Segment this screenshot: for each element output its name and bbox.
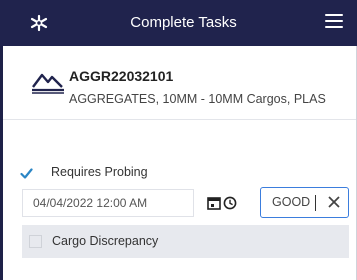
close-icon[interactable] <box>326 194 342 210</box>
asterisk-logo-icon[interactable] <box>28 13 50 33</box>
cargo-code: AGGR22032101 <box>69 68 174 84</box>
top-bar: Complete Tasks <box>0 0 357 46</box>
requires-probing-label: Requires Probing <box>51 165 148 179</box>
mountain-cargo-icon <box>32 73 64 94</box>
cargo-discrepancy-checkbox[interactable]: Cargo Discrepancy <box>22 225 349 258</box>
cargo-description: AGGREGATES, 10MM - 10MM Cargos, PLAS <box>69 92 326 106</box>
hamburger-menu-icon[interactable] <box>325 14 343 31</box>
checkmark-icon[interactable] <box>20 167 33 180</box>
result-value: GOOD <box>272 195 311 209</box>
cargo-discrepancy-label: Cargo Discrepancy <box>52 234 159 248</box>
clock-icon[interactable] <box>223 196 237 210</box>
text-cursor <box>315 195 316 211</box>
checkbox-box[interactable] <box>29 235 42 248</box>
result-input[interactable]: GOOD <box>260 187 349 218</box>
calendar-icon[interactable] <box>207 196 221 210</box>
cargo-header: AGGR22032101 AGGREGATES, 10MM - 10MM Car… <box>3 46 356 120</box>
datetime-value: 04/04/2022 12:00 AM <box>33 196 148 210</box>
datetime-field[interactable]: 04/04/2022 12:00 AM <box>22 189 194 217</box>
page-title: Complete Tasks <box>130 14 237 31</box>
